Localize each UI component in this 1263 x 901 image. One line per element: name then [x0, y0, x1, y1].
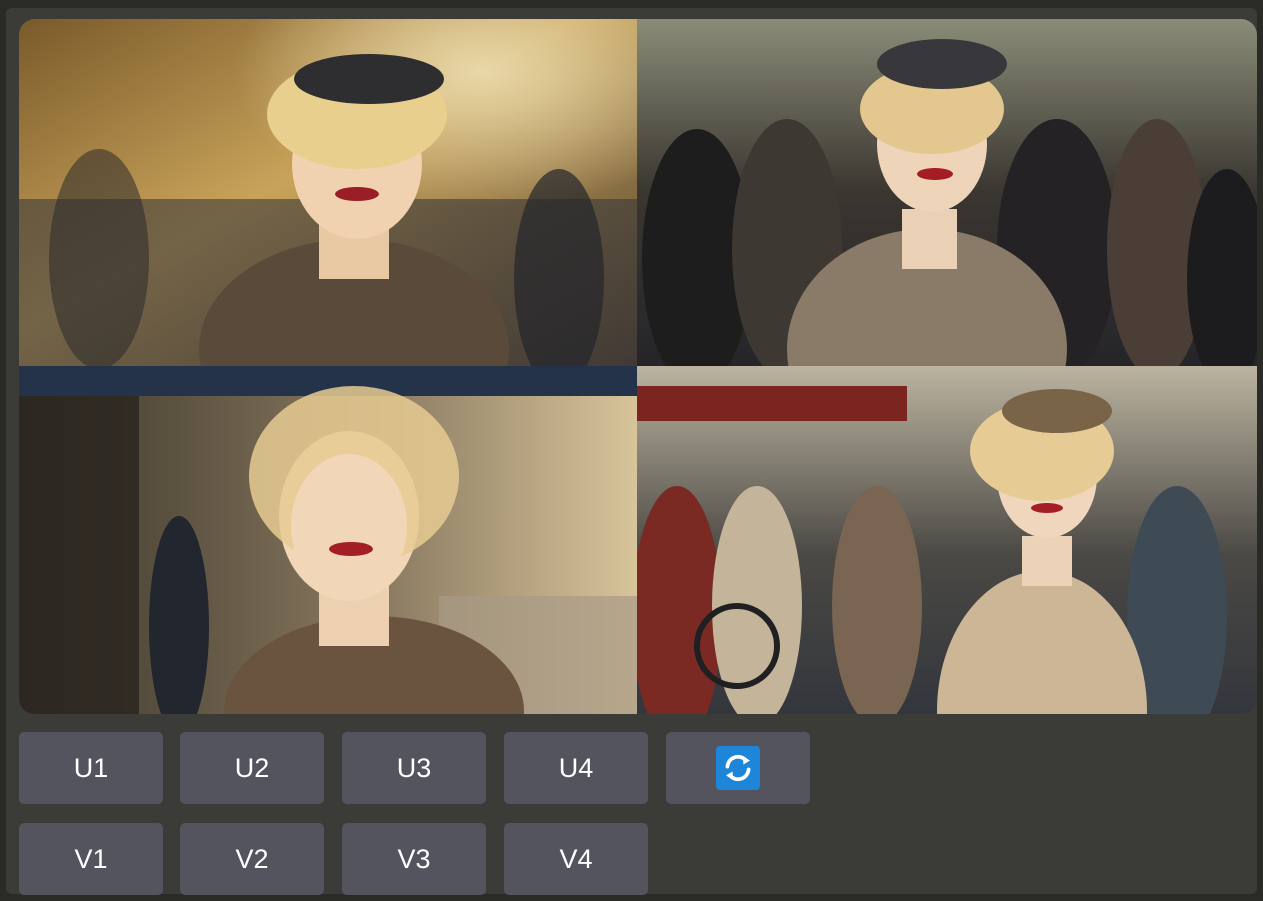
reroll-button[interactable]: [666, 732, 810, 804]
refresh-icon: [716, 746, 760, 790]
upscale-4-button[interactable]: U4: [504, 732, 648, 804]
grid-image-4[interactable]: [637, 366, 1257, 714]
variation-1-button[interactable]: V1: [19, 823, 163, 895]
variation-3-button[interactable]: V3: [342, 823, 486, 895]
image-grid: [19, 19, 1257, 714]
grid-image-2[interactable]: [637, 19, 1257, 366]
variation-4-button[interactable]: V4: [504, 823, 648, 895]
upscale-3-button[interactable]: U3: [342, 732, 486, 804]
grid-image-1[interactable]: [19, 19, 637, 366]
grid-image-3[interactable]: [19, 366, 637, 714]
upscale-2-button[interactable]: U2: [180, 732, 324, 804]
upscale-1-button[interactable]: U1: [19, 732, 163, 804]
variation-2-button[interactable]: V2: [180, 823, 324, 895]
